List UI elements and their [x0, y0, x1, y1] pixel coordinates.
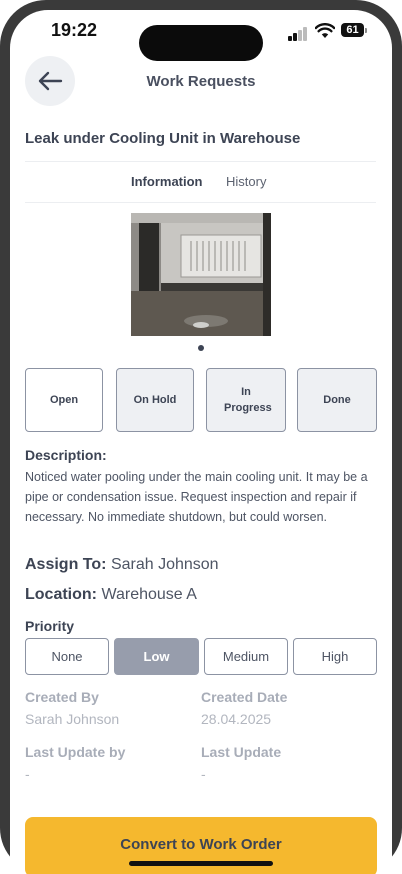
app-screen: 19:22 61 Work Requests Leak under Coolin… [10, 10, 392, 874]
created-by-label: Created By [25, 689, 99, 705]
tab-history[interactable]: History [226, 174, 266, 189]
cooling-unit-image [131, 213, 271, 336]
priority-label: Priority [25, 618, 75, 634]
device-frame: 19:22 61 Work Requests Leak under Coolin… [0, 0, 402, 874]
last-update-value: - [201, 766, 206, 782]
created-date-label: Created Date [201, 689, 288, 705]
request-photo[interactable] [131, 213, 271, 336]
page-title: Work Requests [146, 73, 256, 90]
status-time: 19:22 [51, 20, 98, 40]
description-label: Description: [25, 447, 107, 463]
carousel-dot[interactable] [198, 345, 204, 351]
divider [25, 161, 376, 162]
priority-high-button[interactable]: High [293, 638, 377, 675]
battery-icon: 61 [341, 23, 364, 37]
wifi-icon [315, 23, 335, 38]
last-update-by-value: - [25, 766, 30, 782]
created-date-value: 28.04.2025 [201, 711, 272, 727]
assign-to-label: Assign To: [25, 556, 107, 573]
priority-low-button[interactable]: Low [114, 638, 199, 675]
assign-to-value: Sarah Johnson [110, 556, 219, 573]
dynamic-island [139, 25, 263, 61]
priority-none-button[interactable]: None [25, 638, 109, 675]
request-title: Leak under Cooling Unit in Warehouse [25, 130, 301, 147]
status-done-button[interactable]: Done [297, 368, 377, 432]
location-value: Warehouse A [101, 586, 197, 603]
assign-to-row: Assign To: Sarah Johnson [25, 556, 219, 574]
location-label: Location: [25, 586, 97, 603]
status-on-hold-button[interactable]: On Hold [116, 368, 194, 432]
battery-tip [365, 28, 367, 33]
last-update-by-label: Last Update by [25, 744, 126, 760]
divider [25, 202, 376, 203]
cellular-signal-icon [288, 27, 310, 41]
status-in-progress-label: In Progress [224, 386, 272, 414]
tab-information[interactable]: Information [131, 174, 203, 189]
last-update-label: Last Update [201, 744, 282, 760]
location-row: Location: Warehouse A [25, 586, 197, 604]
home-indicator [129, 861, 273, 866]
description-text: Noticed water pooling under the main coo… [25, 470, 368, 524]
priority-medium-button[interactable]: Medium [204, 638, 288, 675]
created-by-value: Sarah Johnson [25, 711, 120, 727]
status-open-button[interactable]: Open [25, 368, 103, 432]
status-in-progress-button[interactable]: In Progress [206, 368, 286, 432]
